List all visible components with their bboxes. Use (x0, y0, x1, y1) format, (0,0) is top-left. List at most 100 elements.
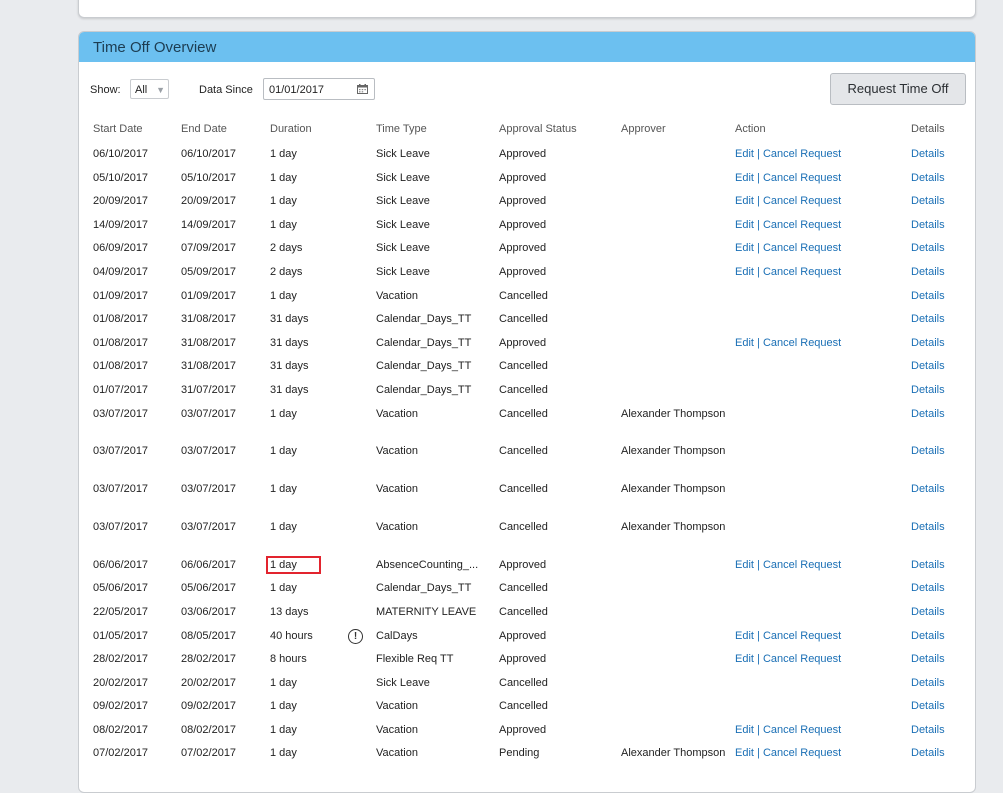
details-link[interactable]: Details (911, 521, 945, 533)
details-link[interactable]: Details (911, 195, 945, 207)
start-date-cell: 14/09/2017 (93, 218, 149, 231)
details-link[interactable]: Details (911, 313, 945, 325)
edit-link[interactable]: Edit (735, 266, 754, 278)
table-row: 01/05/2017 08/05/2017 40 hours! CalDays Appr… (79, 625, 975, 649)
start-date-cell: 07/02/2017 (93, 747, 149, 760)
time-type-cell: AbsenceCounting_... (376, 558, 479, 571)
details-link[interactable]: Details (911, 219, 945, 231)
cancel-request-link[interactable]: Cancel Request (763, 148, 841, 160)
end-date-cell: 20/02/2017 (181, 676, 237, 689)
cancel-request-link[interactable]: Cancel Request (763, 747, 841, 759)
time-type-cell: Sick Leave (376, 242, 430, 255)
approval-status-cell: Cancelled (499, 360, 548, 373)
details-link[interactable]: Details (911, 408, 945, 420)
details-link[interactable]: Details (911, 700, 945, 712)
duration-value: 2 days (270, 242, 303, 255)
details-link[interactable]: Details (911, 606, 945, 618)
end-date-cell: 07/09/2017 (181, 242, 237, 255)
action-cell: Edit | Cancel Request (735, 261, 911, 285)
end-date-cell: 03/06/2017 (181, 605, 237, 618)
cancel-request-link[interactable]: Cancel Request (763, 219, 841, 231)
cancel-request-link[interactable]: Cancel Request (763, 172, 841, 184)
show-select[interactable]: All ▼ (130, 79, 169, 99)
action-separator: | (753, 336, 763, 349)
approval-status-cell: Pending (499, 747, 540, 760)
details-link[interactable]: Details (911, 172, 945, 184)
edit-link[interactable]: Edit (735, 653, 754, 665)
details-cell: Details (911, 214, 975, 238)
details-link[interactable]: Details (911, 677, 945, 689)
approver-cell (621, 214, 735, 238)
duration-cell: 1 day (270, 695, 376, 719)
edit-link[interactable]: Edit (735, 559, 754, 571)
cancel-request-link[interactable]: Cancel Request (763, 724, 841, 736)
details-link[interactable]: Details (911, 384, 945, 396)
duration-value: 2 days (270, 265, 303, 278)
edit-link[interactable]: Edit (735, 630, 754, 642)
duration-value: 1 day (270, 218, 297, 231)
details-link[interactable]: Details (911, 360, 945, 372)
approver-cell (621, 143, 735, 167)
edit-link[interactable]: Edit (735, 724, 754, 736)
table-row: 20/02/2017 20/02/2017 1 day Sick Leave Cance… (79, 672, 975, 696)
details-link[interactable]: Details (911, 582, 945, 594)
details-link[interactable]: Details (911, 290, 945, 302)
approval-status-cell: Approved (499, 148, 547, 160)
details-link[interactable]: Details (911, 483, 945, 495)
chevron-down-icon: ▼ (156, 85, 165, 95)
details-cell: Details (911, 440, 975, 478)
action-separator: | (753, 195, 763, 208)
edit-link[interactable]: Edit (735, 242, 754, 254)
cancel-request-link[interactable]: Cancel Request (763, 559, 841, 571)
duration-value: 13 days (270, 605, 309, 618)
end-date-cell: 05/06/2017 (181, 582, 237, 595)
edit-link[interactable]: Edit (735, 219, 754, 231)
data-since-input[interactable]: 01/01/2017 (263, 78, 375, 100)
cancel-request-link[interactable]: Cancel Request (763, 653, 841, 665)
approver-cell (621, 625, 735, 649)
start-date-cell: 03/07/2017 (93, 445, 149, 458)
cancel-request-link[interactable]: Cancel Request (763, 337, 841, 349)
duration-cell: 13 days (270, 601, 376, 625)
details-link[interactable]: Details (911, 630, 945, 642)
duration-cell: 2 days (270, 237, 376, 261)
cancel-request-link[interactable]: Cancel Request (763, 195, 841, 207)
time-type-cell: Vacation (376, 407, 418, 420)
details-link[interactable]: Details (911, 337, 945, 349)
details-link[interactable]: Details (911, 266, 945, 278)
action-separator: | (753, 723, 763, 736)
action-cell: Edit | Cancel Request (735, 143, 911, 167)
action-cell (735, 285, 911, 309)
duration-value: 1 day (270, 582, 297, 595)
details-link[interactable]: Details (911, 559, 945, 571)
duration-cell: 8 hours (270, 648, 376, 672)
approver-cell: Alexander Thompson (621, 445, 726, 458)
edit-link[interactable]: Edit (735, 148, 754, 160)
table-header-row: Start Date End Date Duration Time Type A… (79, 114, 975, 143)
details-link[interactable]: Details (911, 242, 945, 254)
table-row: 20/09/2017 20/09/2017 1 day Sick Leave Appro… (79, 190, 975, 214)
details-link[interactable]: Details (911, 148, 945, 160)
edit-link[interactable]: Edit (735, 172, 754, 184)
action-cell: Edit | Cancel Request (735, 167, 911, 191)
details-cell: Details (911, 742, 975, 780)
duration-value: 1 day (270, 747, 297, 760)
duration-value: 1 day (270, 171, 297, 184)
approval-status-cell: Approved (499, 218, 547, 231)
calendar-icon[interactable] (357, 84, 368, 94)
edit-link[interactable]: Edit (735, 195, 754, 207)
edit-link[interactable]: Edit (735, 337, 754, 349)
action-cell (735, 403, 911, 441)
approver-cell (621, 695, 735, 719)
warning-icon[interactable]: ! (348, 628, 363, 644)
cancel-request-link[interactable]: Cancel Request (763, 266, 841, 278)
request-time-off-button[interactable]: Request Time Off (830, 73, 966, 105)
details-link[interactable]: Details (911, 747, 945, 759)
details-link[interactable]: Details (911, 653, 945, 665)
details-link[interactable]: Details (911, 724, 945, 736)
edit-link[interactable]: Edit (735, 747, 754, 759)
cancel-request-link[interactable]: Cancel Request (763, 630, 841, 642)
details-link[interactable]: Details (911, 445, 945, 457)
cancel-request-link[interactable]: Cancel Request (763, 242, 841, 254)
end-date-cell: 31/07/2017 (181, 383, 237, 396)
